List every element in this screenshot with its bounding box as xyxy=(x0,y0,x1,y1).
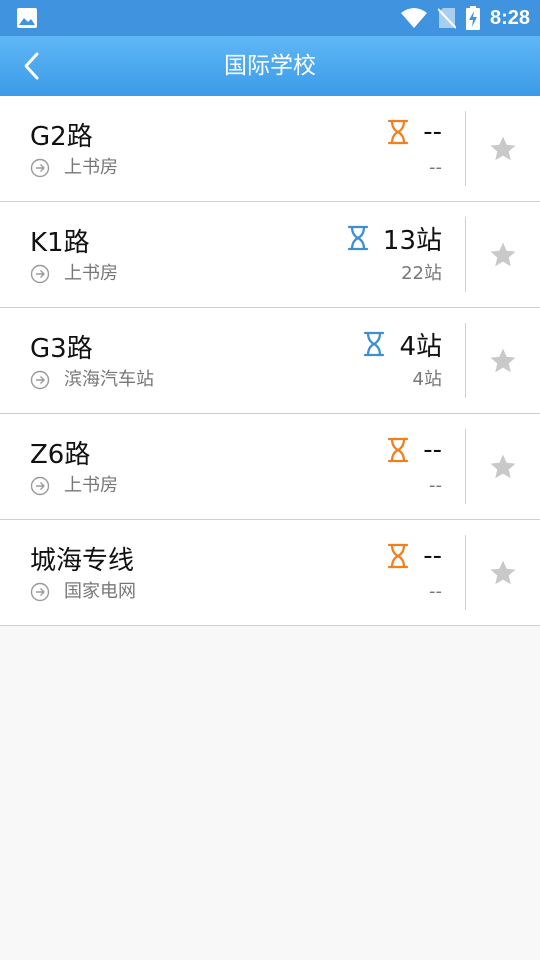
route-destination: 滨海汽车站 xyxy=(64,369,154,390)
route-sub-value: -- xyxy=(429,157,442,178)
route-sub-value: 22站 xyxy=(401,263,442,284)
route-name: Z6路 xyxy=(30,440,91,470)
status-time: 8:28 xyxy=(489,6,530,29)
route-eta: -- xyxy=(387,434,442,466)
route-sub-value: 4站 xyxy=(412,369,442,390)
divider xyxy=(465,429,466,504)
hourglass-icon xyxy=(347,225,369,251)
star-icon xyxy=(490,242,516,267)
hourglass-icon xyxy=(388,119,409,145)
star-icon xyxy=(490,136,516,161)
route-sub-value: -- xyxy=(429,475,442,496)
favorite-button[interactable] xyxy=(478,550,528,596)
no-sim-icon xyxy=(437,8,456,29)
route-destination: 国家电网 xyxy=(64,581,136,602)
status-bar: 8:28 xyxy=(0,0,540,36)
arrow-right-circle-icon xyxy=(30,264,50,284)
divider xyxy=(465,217,466,292)
divider xyxy=(465,535,466,610)
page-title: 国际学校 xyxy=(224,53,316,79)
route-destination: 上书房 xyxy=(64,263,118,284)
image-icon xyxy=(17,8,37,28)
divider xyxy=(465,111,466,186)
favorite-button[interactable] xyxy=(478,338,528,384)
hourglass-icon xyxy=(388,437,409,463)
star-icon xyxy=(490,454,516,479)
app-bar: 国际学校 xyxy=(0,36,540,96)
route-row[interactable]: 城海专线 国家电网 -- -- xyxy=(0,520,540,626)
eta-value: 13站 xyxy=(382,225,442,256)
route-eta: -- xyxy=(387,116,442,148)
route-name: K1路 xyxy=(30,228,90,258)
arrow-right-circle-icon xyxy=(30,476,50,496)
route-list: G2路 上书房 -- -- K1路 上书房 13站 22站 G3路 滨海汽车站 … xyxy=(0,96,540,626)
hourglass-icon xyxy=(388,543,409,569)
route-row[interactable]: G3路 滨海汽车站 4站 4站 xyxy=(0,308,540,414)
divider xyxy=(465,323,466,398)
eta-value: 4站 xyxy=(399,331,442,362)
route-row[interactable]: Z6路 上书房 -- -- xyxy=(0,414,540,520)
route-row[interactable]: K1路 上书房 13站 22站 xyxy=(0,202,540,308)
route-destination: 上书房 xyxy=(64,475,118,496)
arrow-right-circle-icon xyxy=(30,582,50,602)
favorite-button[interactable] xyxy=(478,126,528,172)
favorite-button[interactable] xyxy=(478,232,528,278)
hourglass-icon xyxy=(364,331,385,357)
route-eta: 4站 xyxy=(363,328,442,362)
route-eta: -- xyxy=(387,540,442,572)
route-name: 城海专线 xyxy=(30,546,135,576)
route-name: G2路 xyxy=(30,122,93,152)
eta-value: -- xyxy=(423,117,442,147)
route-destination: 上书房 xyxy=(64,157,118,178)
route-eta: 13站 xyxy=(347,222,442,256)
favorite-button[interactable] xyxy=(478,444,528,490)
star-icon xyxy=(490,560,516,585)
eta-value: -- xyxy=(423,435,442,465)
battery-charging-icon xyxy=(465,6,480,30)
star-icon xyxy=(490,348,516,373)
eta-value: -- xyxy=(423,541,442,571)
route-row[interactable]: G2路 上书房 -- -- xyxy=(0,96,540,202)
arrow-right-circle-icon xyxy=(30,158,50,178)
route-name: G3路 xyxy=(30,334,93,364)
route-sub-value: -- xyxy=(429,581,442,602)
arrow-right-circle-icon xyxy=(30,370,50,390)
wifi-icon xyxy=(400,8,427,28)
